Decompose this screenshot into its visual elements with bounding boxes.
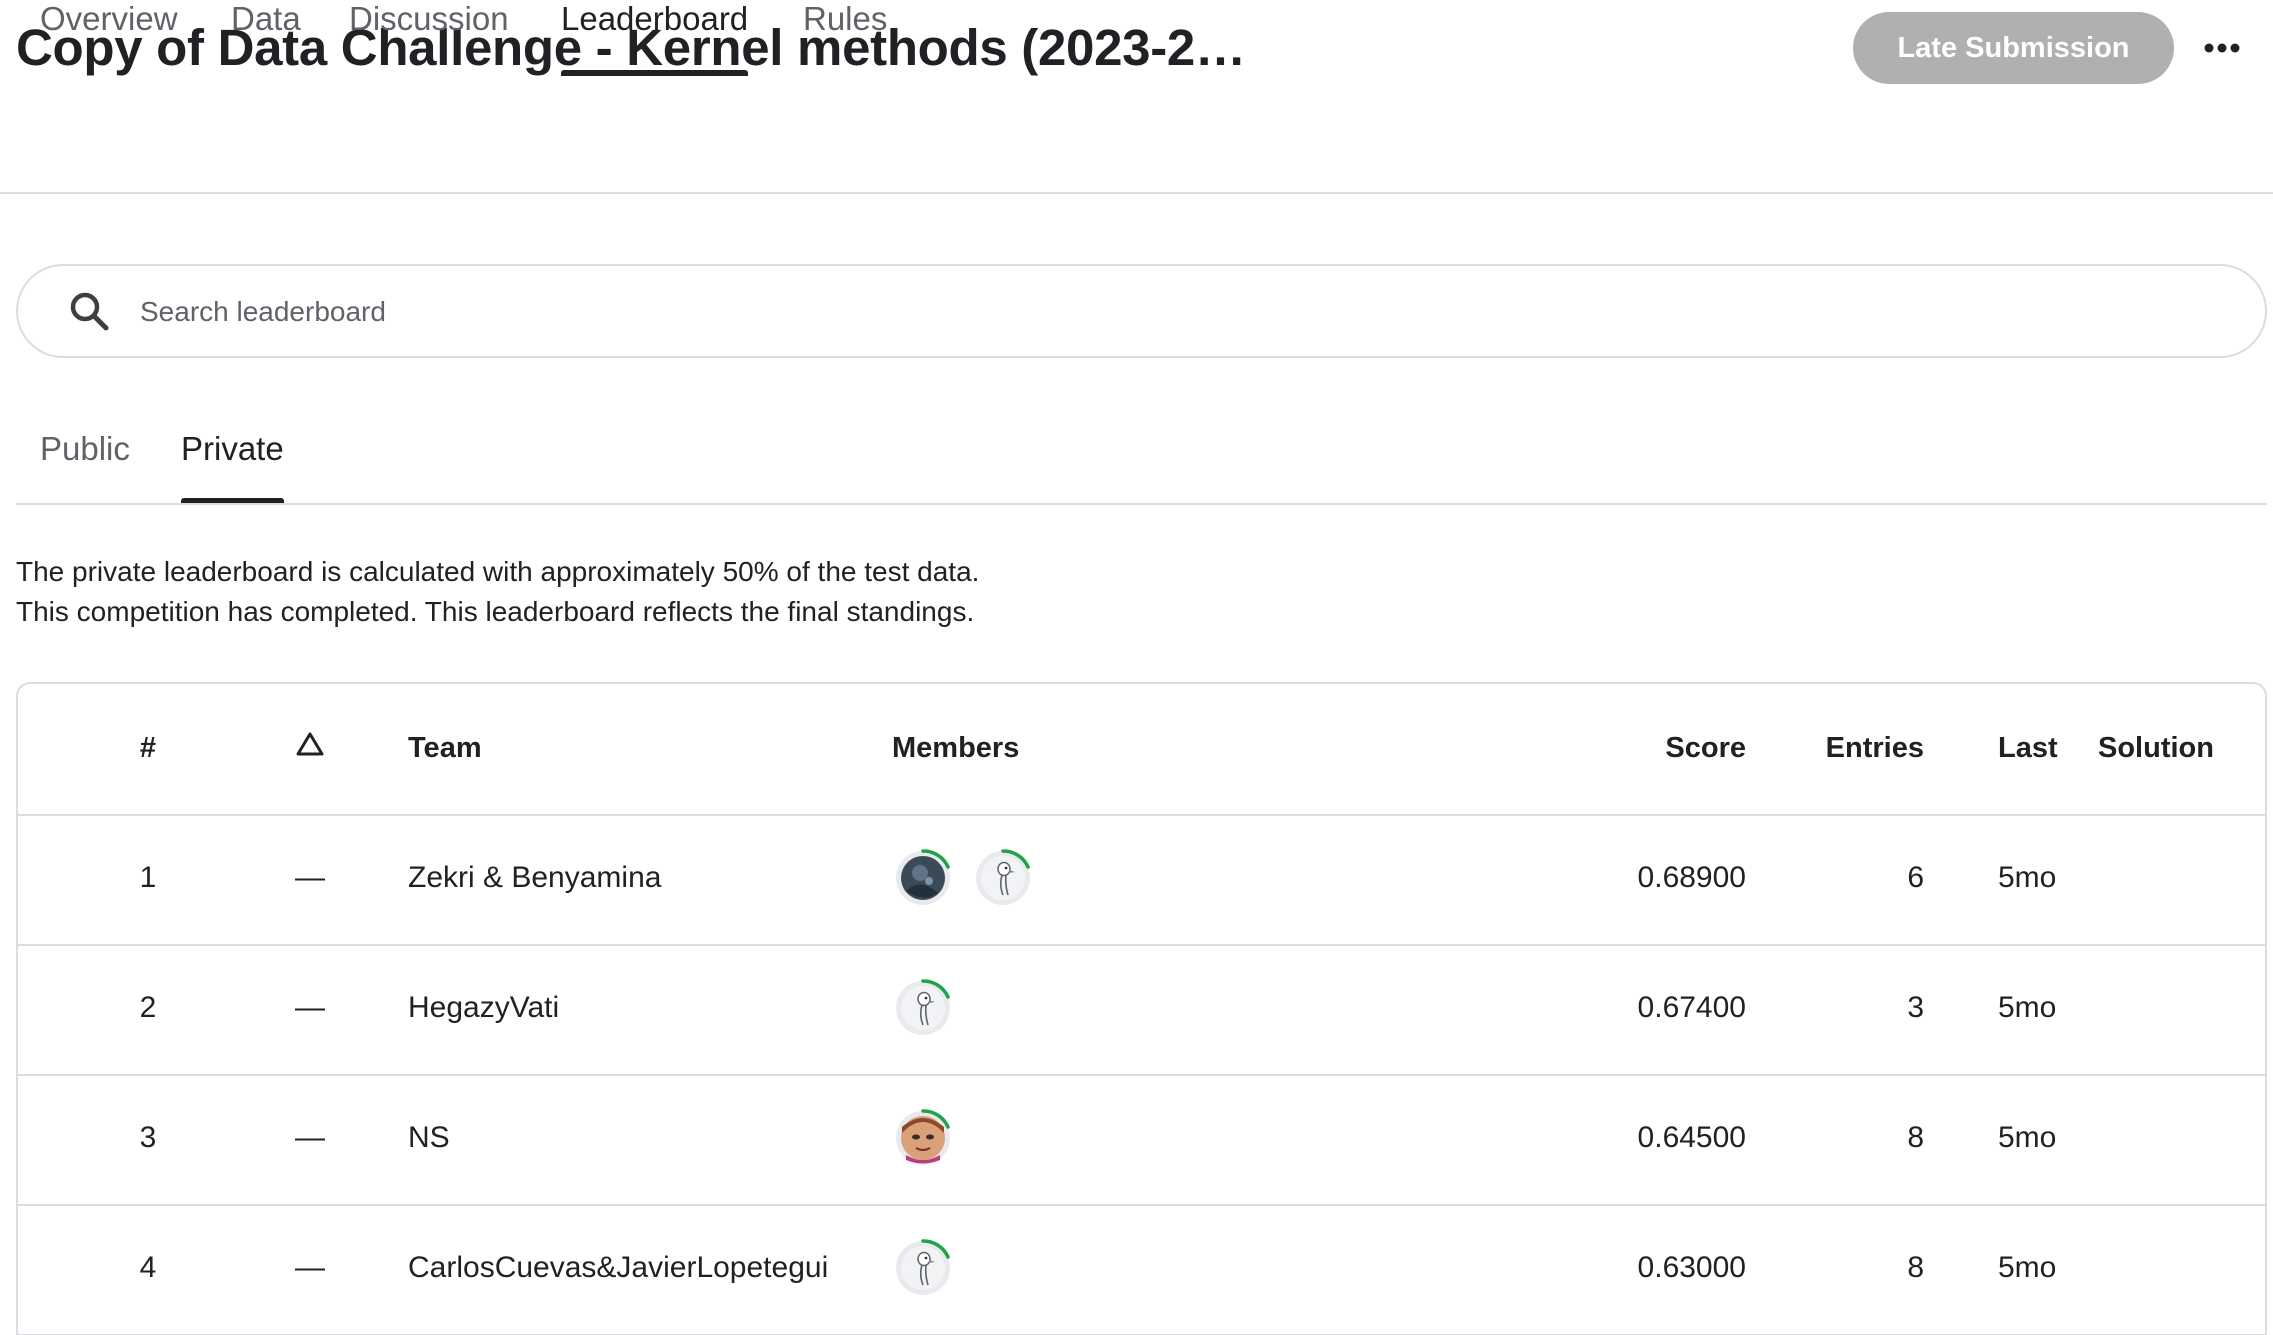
photo-avatar-icon (896, 849, 950, 905)
team-name[interactable]: CarlosCuevas&JavierLopetegui (408, 1204, 888, 1332)
avatar[interactable] (972, 847, 1034, 909)
tab-private[interactable]: Private (181, 430, 284, 504)
last-submission-cell: 5mo (1998, 991, 2057, 1024)
search-icon (70, 292, 109, 331)
column-header-entries[interactable]: Entries (1778, 684, 1924, 812)
leaderboard-page: Copy of Data Challenge - Kernel methods … (0, 0, 2273, 1335)
rank-change-cell: — (295, 1121, 325, 1154)
rank-change-cell: — (295, 861, 325, 894)
table-row[interactable]: 3 — NS 0.64500 8 5mo (18, 1074, 2265, 1206)
table-header-row: # Team Members Score Entries Last Soluti… (18, 684, 2265, 816)
triangle-icon (296, 732, 324, 756)
column-header-solution: Solution (2098, 731, 2214, 764)
tabs-divider (0, 192, 2273, 194)
avatar[interactable] (892, 847, 954, 909)
entries-cell: 6 (1907, 861, 1924, 894)
entries-cell: 8 (1907, 1121, 1924, 1154)
column-header-members: Members (892, 731, 1020, 764)
team-name[interactable]: Zekri & Benyamina (408, 814, 888, 942)
tab-overview[interactable]: Overview (40, 0, 178, 76)
score-cell: 0.67400 (1637, 991, 1746, 1024)
rank-cell: 2 (139, 991, 157, 1024)
info-text-line2: This competition has completed. This lea… (16, 596, 975, 627)
more-options-button[interactable] (2198, 28, 2246, 68)
goose-avatar-icon (976, 849, 1030, 905)
avatar[interactable] (892, 977, 954, 1039)
team-name[interactable]: HegazyVati (408, 944, 888, 1072)
entries-cell: 3 (1907, 991, 1924, 1024)
score-cell: 0.63000 (1637, 1251, 1746, 1284)
last-submission-cell: 5mo (1998, 861, 2057, 894)
tab-leaderboard[interactable]: Leaderboard (561, 0, 749, 76)
tab-discussion[interactable]: Discussion (349, 0, 509, 76)
cartoon-face-avatar-icon (896, 1109, 950, 1165)
table-row[interactable]: 2 — HegazyVati 0.67400 3 5mo (18, 944, 2265, 1076)
members-cell (892, 944, 1292, 1072)
subtabs-divider (16, 503, 2267, 505)
rank-cell: 3 (139, 1121, 157, 1154)
late-submission-button[interactable]: Late Submission (1853, 12, 2174, 84)
members-cell (892, 1204, 1292, 1332)
column-header-team[interactable]: Team (408, 684, 888, 812)
members-cell (892, 814, 1292, 942)
last-submission-cell: 5mo (1998, 1251, 2057, 1284)
info-text-line1: The private leaderboard is calculated wi… (16, 556, 980, 587)
rank-change-cell: — (295, 1251, 325, 1284)
more-horizontal-icon (2204, 43, 2240, 53)
tab-data[interactable]: Data (231, 0, 301, 76)
score-cell: 0.64500 (1637, 1121, 1746, 1154)
avatar[interactable] (892, 1107, 954, 1169)
last-submission-cell: 5mo (1998, 1121, 2057, 1154)
column-header-rank[interactable]: # (108, 684, 188, 812)
goose-avatar-icon (896, 1239, 950, 1295)
tab-rules[interactable]: Rules (803, 0, 887, 76)
search-bar[interactable] (16, 264, 2267, 358)
column-header-score[interactable]: Score (1518, 684, 1746, 812)
column-header-last[interactable]: Last (1998, 684, 2098, 812)
members-cell (892, 1074, 1292, 1202)
search-input[interactable] (138, 284, 2042, 340)
column-header-delta[interactable] (280, 684, 340, 812)
tab-public[interactable]: Public (40, 430, 130, 504)
team-name[interactable]: NS (408, 1074, 888, 1202)
rank-cell: 4 (139, 1251, 157, 1284)
leaderboard-table: # Team Members Score Entries Last Soluti… (16, 682, 2267, 1335)
rank-cell: 1 (139, 861, 157, 894)
entries-cell: 8 (1907, 1251, 1924, 1284)
table-row[interactable]: 1 — Zekri & Benyamina 0.68900 6 5mo (18, 814, 2265, 946)
avatar[interactable] (892, 1237, 954, 1299)
table-row[interactable]: 4 — CarlosCuevas&JavierLopetegui 0.63000… (18, 1204, 2265, 1335)
rank-change-cell: — (295, 991, 325, 1024)
score-cell: 0.68900 (1637, 861, 1746, 894)
goose-avatar-icon (896, 979, 950, 1035)
